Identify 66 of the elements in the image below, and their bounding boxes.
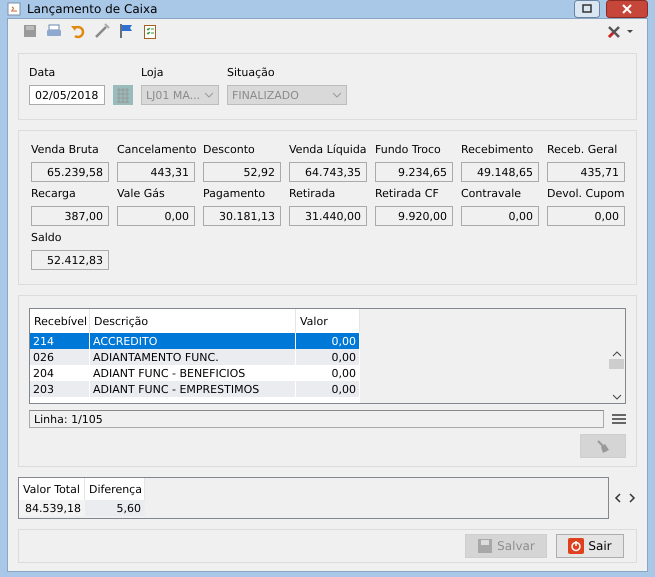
field-label: Cancelamento: [117, 143, 195, 156]
value-field: 31.440,00: [289, 206, 367, 226]
window-title: Lançamento de Caixa: [27, 2, 158, 16]
chevron-icon: [332, 92, 342, 98]
field-label: Recebimento: [461, 143, 534, 156]
value-field: 0,00: [547, 206, 625, 226]
menu-icon[interactable]: [612, 413, 626, 425]
field-label: Recarga: [31, 187, 77, 200]
chevron-icon: [204, 92, 214, 98]
power-icon: [568, 538, 584, 554]
printer-icon[interactable]: [46, 23, 62, 39]
value-field: 387,00: [31, 206, 109, 226]
table-cell[interactable]: ACCREDITO: [90, 333, 296, 349]
value-field: 64.743,35: [289, 162, 367, 182]
value-field: 0,00: [117, 206, 195, 226]
value-field: 435,71: [547, 162, 625, 182]
column-header: Valor Total: [19, 478, 85, 500]
field-label: Data: [29, 66, 56, 79]
field-label: Venda Líquida: [289, 143, 367, 156]
table-cell[interactable]: 0,00: [296, 333, 360, 349]
field-label: Desconto: [203, 143, 256, 156]
value-field: 30.181,13: [203, 206, 281, 226]
field-label: Retirada: [289, 187, 336, 200]
scroll-down-icon[interactable]: [612, 393, 622, 401]
table-cell[interactable]: ADIANT FUNC - EMPRESTIMOS: [90, 381, 296, 397]
table-cell[interactable]: 0,00: [296, 349, 360, 365]
row-status: Linha: 1/105: [29, 410, 604, 428]
value-field: 9.234,65: [375, 162, 453, 182]
field-label: Fundo Troco: [375, 143, 442, 156]
field-label: Contravale: [461, 187, 522, 200]
exit-button[interactable]: Sair: [556, 534, 624, 558]
value-field: 65.239,58: [31, 162, 109, 182]
field-label: Venda Bruta: [31, 143, 100, 156]
date-field[interactable]: 02/05/2018: [29, 85, 105, 105]
clipboard-icon[interactable]: [142, 23, 158, 39]
value-field: 49.148,65: [461, 162, 539, 182]
field-label: Retirada CF: [375, 187, 440, 200]
value-field: 443,31: [117, 162, 195, 182]
tools-icon[interactable]: [607, 23, 633, 39]
field-label: Pagamento: [203, 187, 266, 200]
table-cell[interactable]: 0,00: [296, 381, 360, 397]
close-icon[interactable]: [606, 0, 648, 18]
value-field: 52,92: [203, 162, 281, 182]
column-header: Diferença: [85, 478, 145, 500]
flag-icon[interactable]: [118, 23, 134, 39]
table-cell[interactable]: ADIANTAMENTO FUNC.: [90, 349, 296, 365]
value-field: 9.920,00: [375, 206, 453, 226]
value-field: 0,00: [461, 206, 539, 226]
value-field: 52.412,83: [31, 250, 109, 270]
table-cell: 5,60: [85, 500, 145, 516]
chevron-left-icon[interactable]: [613, 493, 623, 503]
field-label: Loja: [141, 66, 164, 79]
scrollbar-thumb[interactable]: [609, 359, 624, 369]
table-cell[interactable]: 214: [30, 333, 90, 349]
table-cell[interactable]: 203: [30, 381, 90, 397]
field-label: Situação: [227, 66, 276, 79]
field-label: Vale Gás: [117, 187, 166, 200]
scroll-up-icon[interactable]: [612, 349, 622, 357]
restore-icon[interactable]: [574, 0, 600, 18]
field-label: Devol. Cupom: [547, 187, 625, 200]
field-label: Saldo: [31, 231, 62, 244]
table-cell[interactable]: 026: [30, 349, 90, 365]
app-icon: [7, 2, 21, 16]
broom-icon: [595, 438, 611, 454]
field-label: Receb. Geral: [547, 143, 618, 156]
chevron-right-icon[interactable]: [627, 493, 637, 503]
